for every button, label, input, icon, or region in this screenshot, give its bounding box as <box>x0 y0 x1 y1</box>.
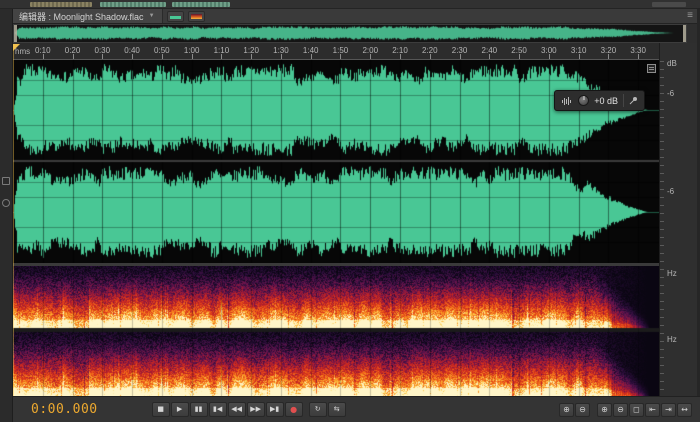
waveform-icon <box>170 16 181 19</box>
panel-menu-icon[interactable]: ≡ <box>687 11 693 21</box>
ruler-tick-label: 2:30 <box>452 46 468 55</box>
zoom-buttons: ⊕⊖⊕⊖◻⇤⇥↔ <box>559 403 692 417</box>
workspace-strip <box>0 0 700 9</box>
pause-button[interactable]: ▮▮ <box>190 402 208 417</box>
ruler-tick-label: 1:10 <box>214 46 230 55</box>
ruler-tick-label: 0:10 <box>35 46 51 55</box>
editor-tab-label: 编辑器 : Moonlight Shadow.flac <box>19 10 144 23</box>
overview-handle-left[interactable] <box>14 25 17 42</box>
record-button[interactable]: ● <box>285 402 303 417</box>
ruler-tick-label: 2:40 <box>482 46 498 55</box>
go-to-start-button[interactable]: ▮◀ <box>209 402 227 417</box>
spectrogram-canvas[interactable] <box>13 266 659 396</box>
zoom-to-selection-button[interactable]: ◻ <box>629 403 644 417</box>
zoom-in-amplitude-button[interactable]: ⊕ <box>597 403 612 417</box>
loop-playback-button[interactable]: ↻ <box>309 402 327 417</box>
time-display: 0:00.000 <box>31 402 98 417</box>
ruler-tick-label: 1:00 <box>184 46 200 55</box>
db-scale-label: -6 <box>667 89 674 98</box>
spectrum-icon <box>191 14 202 19</box>
editor-tab[interactable]: 编辑器 : Moonlight Shadow.flac ▼ <box>12 9 163 23</box>
workspace-chip <box>172 2 230 7</box>
ruler-tick-label: 2:00 <box>362 46 378 55</box>
ruler-tick-label: 3:10 <box>571 46 587 55</box>
workspace-chip <box>652 2 686 7</box>
hz-scale-label: Hz <box>667 335 677 344</box>
fast-forward-button[interactable]: ▶▶ <box>247 402 265 417</box>
zoom-out-amplitude-button[interactable]: ⊖ <box>613 403 628 417</box>
zoom-to-out-point-button[interactable]: ⇥ <box>661 403 676 417</box>
overview-handle-right[interactable] <box>683 25 686 42</box>
audition-window: 编辑器 : Moonlight Shadow.flac ▼ ≡ hms 0:10… <box>0 0 700 422</box>
ruler-tick-label: 3:30 <box>630 46 646 55</box>
overview-strip[interactable] <box>13 24 687 43</box>
overview-waveform-canvas[interactable] <box>14 25 686 42</box>
zoom-out-full-button[interactable]: ↔ <box>677 403 692 417</box>
db-scale-label: -6 <box>667 187 674 196</box>
dock-tool-icon[interactable] <box>2 177 10 185</box>
mini-waveform-icon <box>561 96 573 106</box>
play-button[interactable]: ▶ <box>171 402 189 417</box>
ruler-tick-label: 2:20 <box>422 46 438 55</box>
dock-marker-icon[interactable] <box>2 199 10 207</box>
gain-value: +0 dB <box>594 96 618 106</box>
transport-bar: 0:00.000 ■▶▮▮▮◀◀◀▶▶▶▮●↻⇆ ⊕⊖⊕⊖◻⇤⇥↔ <box>13 396 700 422</box>
timeline-ruler[interactable]: hms 0:100:200:300:400:501:001:101:201:30… <box>13 43 659 60</box>
skip-selection-button[interactable]: ⇆ <box>328 402 346 417</box>
hz-scale-label: Hz <box>667 269 677 278</box>
editor-panel-header: 编辑器 : Moonlight Shadow.flac ▼ ≡ <box>0 9 700 24</box>
scale-tick-marks <box>660 61 664 394</box>
ruler-tick-label: 0:30 <box>95 46 111 55</box>
playhead-line[interactable] <box>13 50 14 396</box>
playhead-handle[interactable] <box>13 44 20 51</box>
gain-hud: +0 dB <box>554 90 645 111</box>
zoom-out-time-button[interactable]: ⊖ <box>575 403 590 417</box>
zoom-in-time-button[interactable]: ⊕ <box>559 403 574 417</box>
ruler-tick-label: 3:00 <box>541 46 557 55</box>
workspace-chip <box>30 2 92 7</box>
workspace-chip <box>100 2 166 7</box>
hud-divider <box>623 94 624 107</box>
ruler-tick-label: 2:10 <box>392 46 408 55</box>
gain-knob[interactable] <box>578 95 589 106</box>
rewind-button[interactable]: ◀◀ <box>228 402 246 417</box>
left-dock <box>0 9 13 422</box>
spectral-view-button[interactable] <box>188 11 205 22</box>
zoom-to-in-point-button[interactable]: ⇤ <box>645 403 660 417</box>
ruler-tick-label: 0:20 <box>65 46 81 55</box>
ruler-tick-label: 1:40 <box>303 46 319 55</box>
ruler-tick-label: 2:50 <box>511 46 527 55</box>
level-scale: dB -6 -6 Hz Hz <box>659 43 697 396</box>
db-scale-label: dB <box>667 59 677 68</box>
waveform-view-button[interactable] <box>167 11 184 22</box>
pin-icon[interactable] <box>629 96 638 105</box>
panel-grip-icon[interactable] <box>647 64 656 73</box>
spectral-display[interactable] <box>13 266 659 396</box>
waveform-display[interactable]: +0 dB <box>13 60 659 263</box>
go-to-end-button[interactable]: ▶▮ <box>266 402 284 417</box>
ruler-tick-label: 1:50 <box>333 46 349 55</box>
ruler-tick-label: 1:20 <box>243 46 259 55</box>
stop-button[interactable]: ■ <box>152 402 170 417</box>
transport-buttons: ■▶▮▮▮◀◀◀▶▶▶▮● ↻⇆ <box>152 402 346 417</box>
ruler-tick-label: 0:50 <box>154 46 170 55</box>
ruler-tick-label: 0:40 <box>124 46 140 55</box>
ruler-tick-label: 1:30 <box>273 46 289 55</box>
ruler-tick-label: 3:20 <box>601 46 617 55</box>
chevron-down-icon: ▼ <box>149 13 155 19</box>
